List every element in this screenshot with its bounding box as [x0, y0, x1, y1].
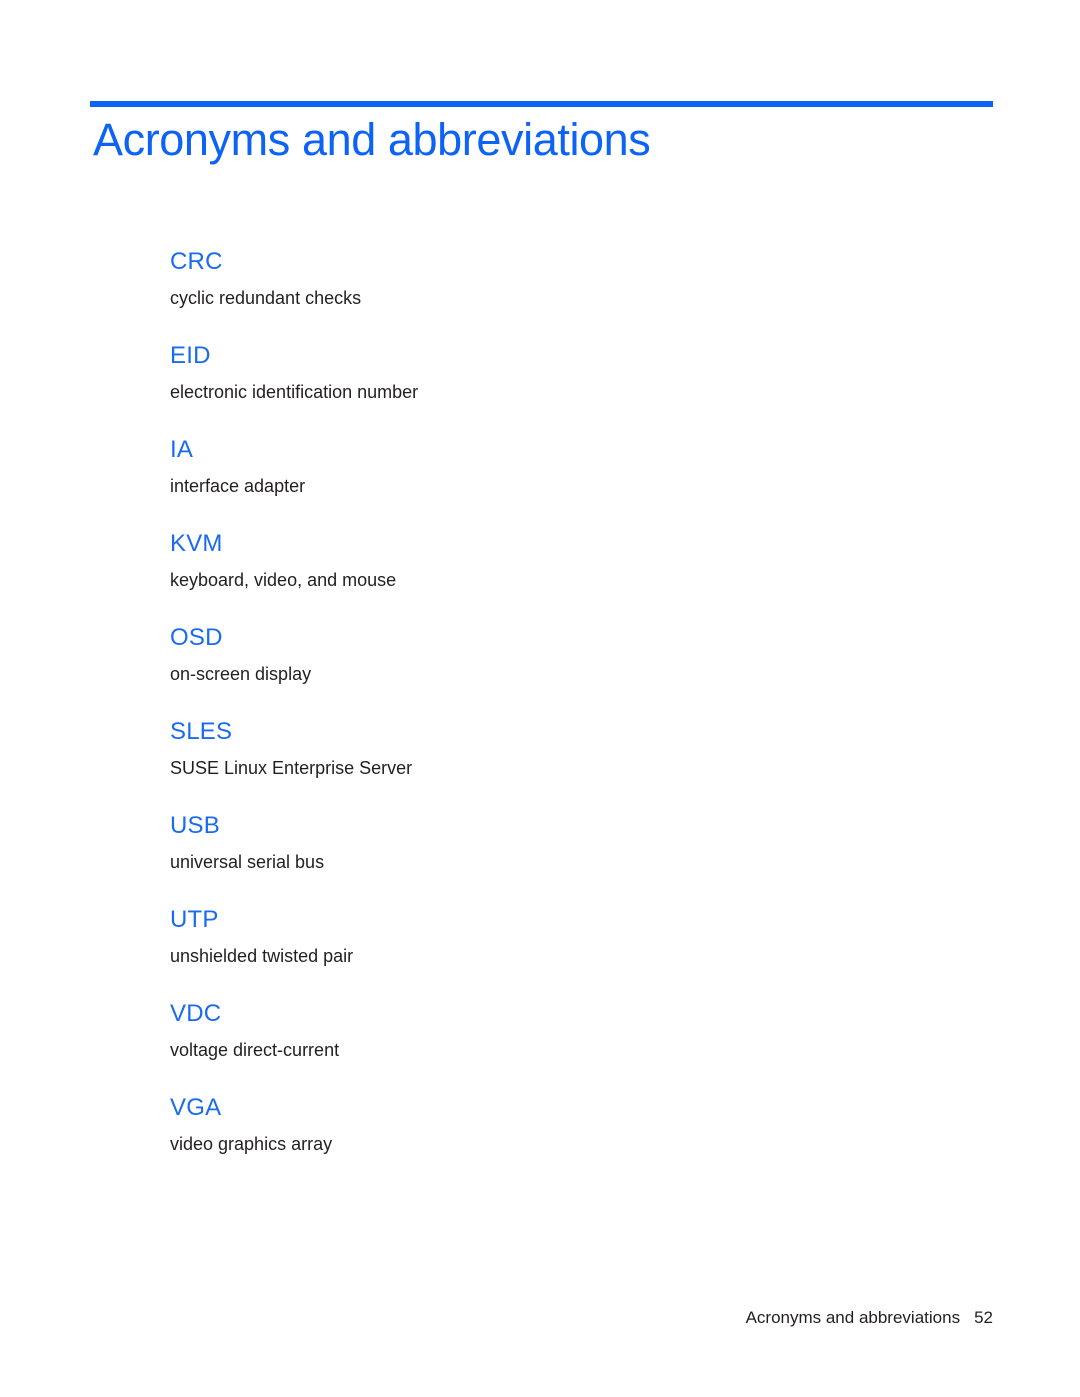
footer-page-number: 52: [974, 1308, 993, 1327]
glossary-entry: UTP unshielded twisted pair: [170, 905, 910, 968]
glossary-definition: unshielded twisted pair: [170, 946, 354, 966]
glossary-entry: EID electronic identification number: [170, 341, 910, 404]
glossary-list: CRC cyclic redundant checks EID electron…: [170, 247, 910, 1156]
footer-section-label: Acronyms and abbreviations: [745, 1308, 961, 1327]
glossary-term: CRC: [170, 248, 223, 275]
glossary-definition: on-screen display: [170, 664, 312, 684]
glossary-definition: video graphics array: [170, 1134, 333, 1154]
glossary-term: KVM: [170, 530, 223, 557]
page-footer: Acronyms and abbreviations 52: [93, 1307, 993, 1329]
glossary-entry: KVM keyboard, video, and mouse: [170, 529, 910, 592]
glossary-term: EID: [170, 342, 211, 369]
glossary-definition: interface adapter: [170, 476, 306, 496]
glossary-entry: VDC voltage direct-current: [170, 999, 910, 1062]
glossary-term: OSD: [170, 624, 223, 651]
glossary-term: IA: [170, 436, 194, 463]
glossary-entry: IA interface adapter: [170, 435, 910, 498]
page-title: Acronyms and abbreviations: [93, 114, 651, 165]
glossary-definition: electronic identification number: [170, 382, 419, 402]
glossary-definition: keyboard, video, and mouse: [170, 570, 397, 590]
glossary-entry: CRC cyclic redundant checks: [170, 247, 910, 310]
glossary-term: VDC: [170, 1000, 222, 1027]
glossary-entry: SLES SUSE Linux Enterprise Server: [170, 717, 910, 780]
glossary-definition: voltage direct-current: [170, 1040, 340, 1060]
glossary-definition: SUSE Linux Enterprise Server: [170, 758, 413, 778]
glossary-definition: cyclic redundant checks: [170, 288, 362, 308]
glossary-definition: universal serial bus: [170, 852, 325, 872]
glossary-term: USB: [170, 812, 220, 839]
title-divider-rule: [90, 101, 993, 107]
glossary-term: VGA: [170, 1094, 222, 1121]
glossary-entry: VGA video graphics array: [170, 1093, 910, 1156]
document-page: Acronyms and abbreviations CRC cyclic re…: [0, 0, 1080, 1397]
glossary-term: SLES: [170, 718, 233, 745]
glossary-entry: USB universal serial bus: [170, 811, 910, 874]
glossary-term: UTP: [170, 906, 219, 933]
glossary-entry: OSD on-screen display: [170, 623, 910, 686]
